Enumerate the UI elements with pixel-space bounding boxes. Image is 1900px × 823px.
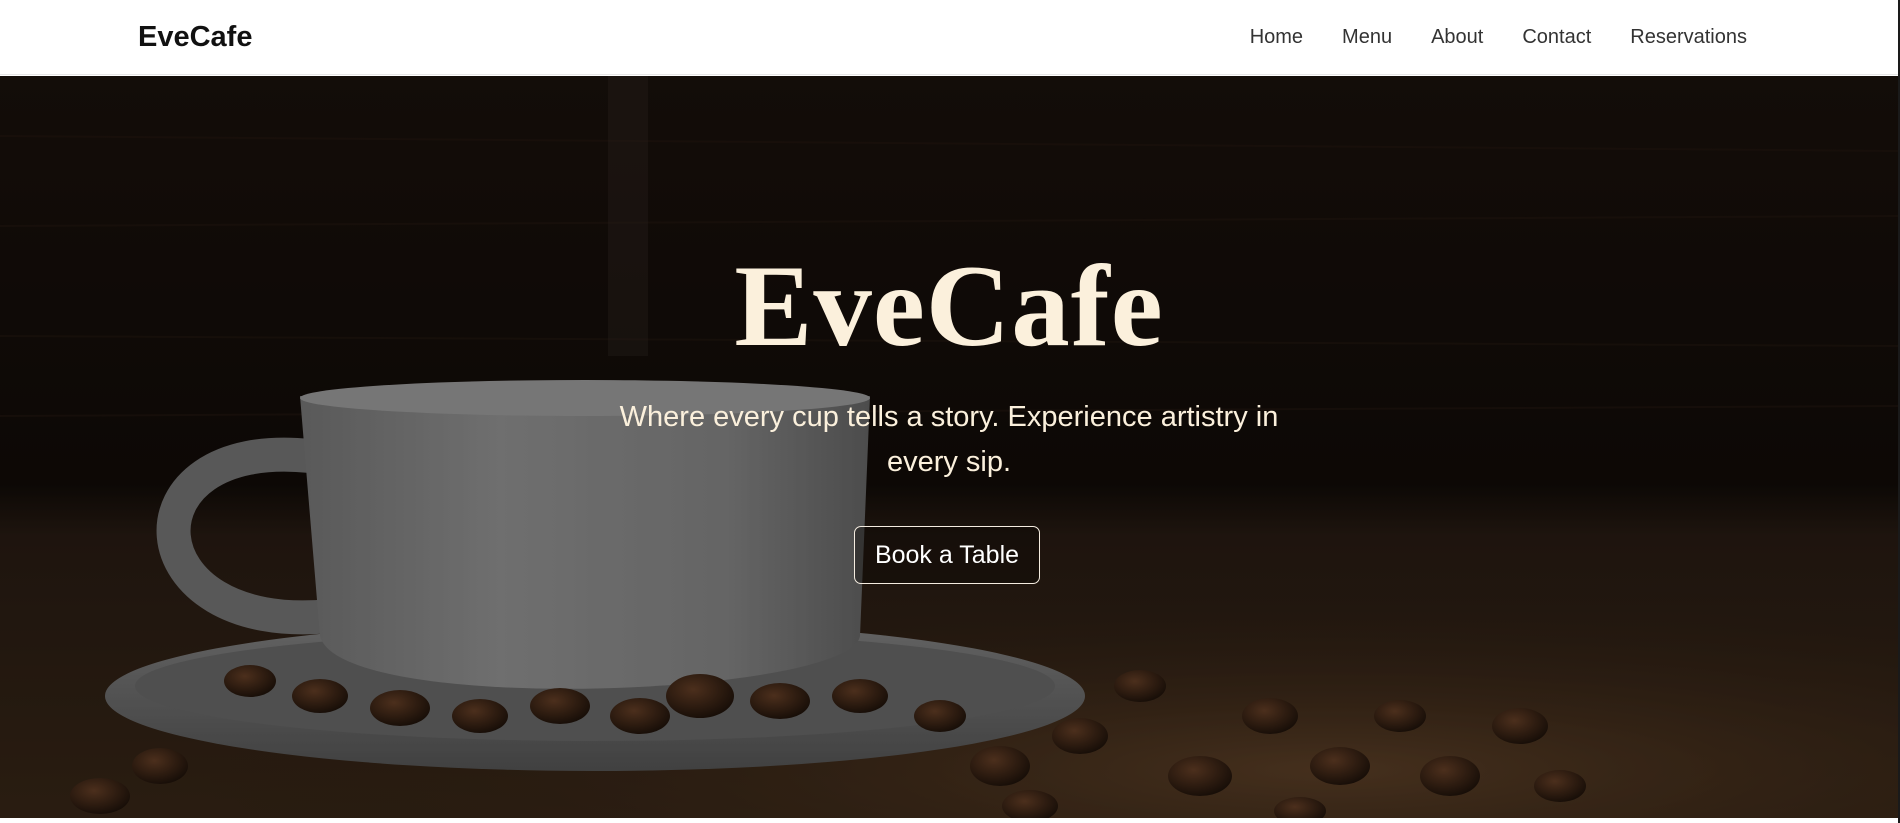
book-table-button[interactable]: Book a Table	[854, 526, 1040, 584]
nav-link-menu[interactable]: Menu	[1342, 26, 1392, 48]
hero-content: EveCafe Where every cup tells a story. E…	[0, 76, 1898, 818]
nav-link-about[interactable]: About	[1431, 26, 1483, 48]
nav-link-contact[interactable]: Contact	[1522, 26, 1591, 48]
hero-title: EveCafe	[734, 242, 1164, 371]
nav-link-reservations[interactable]: Reservations	[1630, 26, 1747, 48]
nav-menu: Home Menu About Contact Reservations	[1250, 24, 1747, 50]
hero-tagline: Where every cup tells a story. Experienc…	[619, 401, 1279, 478]
navbar: EveCafe Home Menu About Contact Reservat…	[0, 0, 1898, 75]
bottom-strip	[0, 818, 1898, 823]
nav-item-menu: Menu	[1342, 24, 1392, 50]
brand-logo-link[interactable]: EveCafe	[138, 19, 252, 55]
page: EveCafe Home Menu About Contact Reservat…	[0, 0, 1900, 823]
nav-item-about: About	[1431, 24, 1483, 50]
nav-item-home: Home	[1250, 24, 1303, 50]
nav-item-reservations: Reservations	[1630, 24, 1747, 50]
nav-item-contact: Contact	[1522, 24, 1591, 50]
hero-section: EveCafe Where every cup tells a story. E…	[0, 76, 1898, 818]
nav-link-home[interactable]: Home	[1250, 26, 1303, 48]
